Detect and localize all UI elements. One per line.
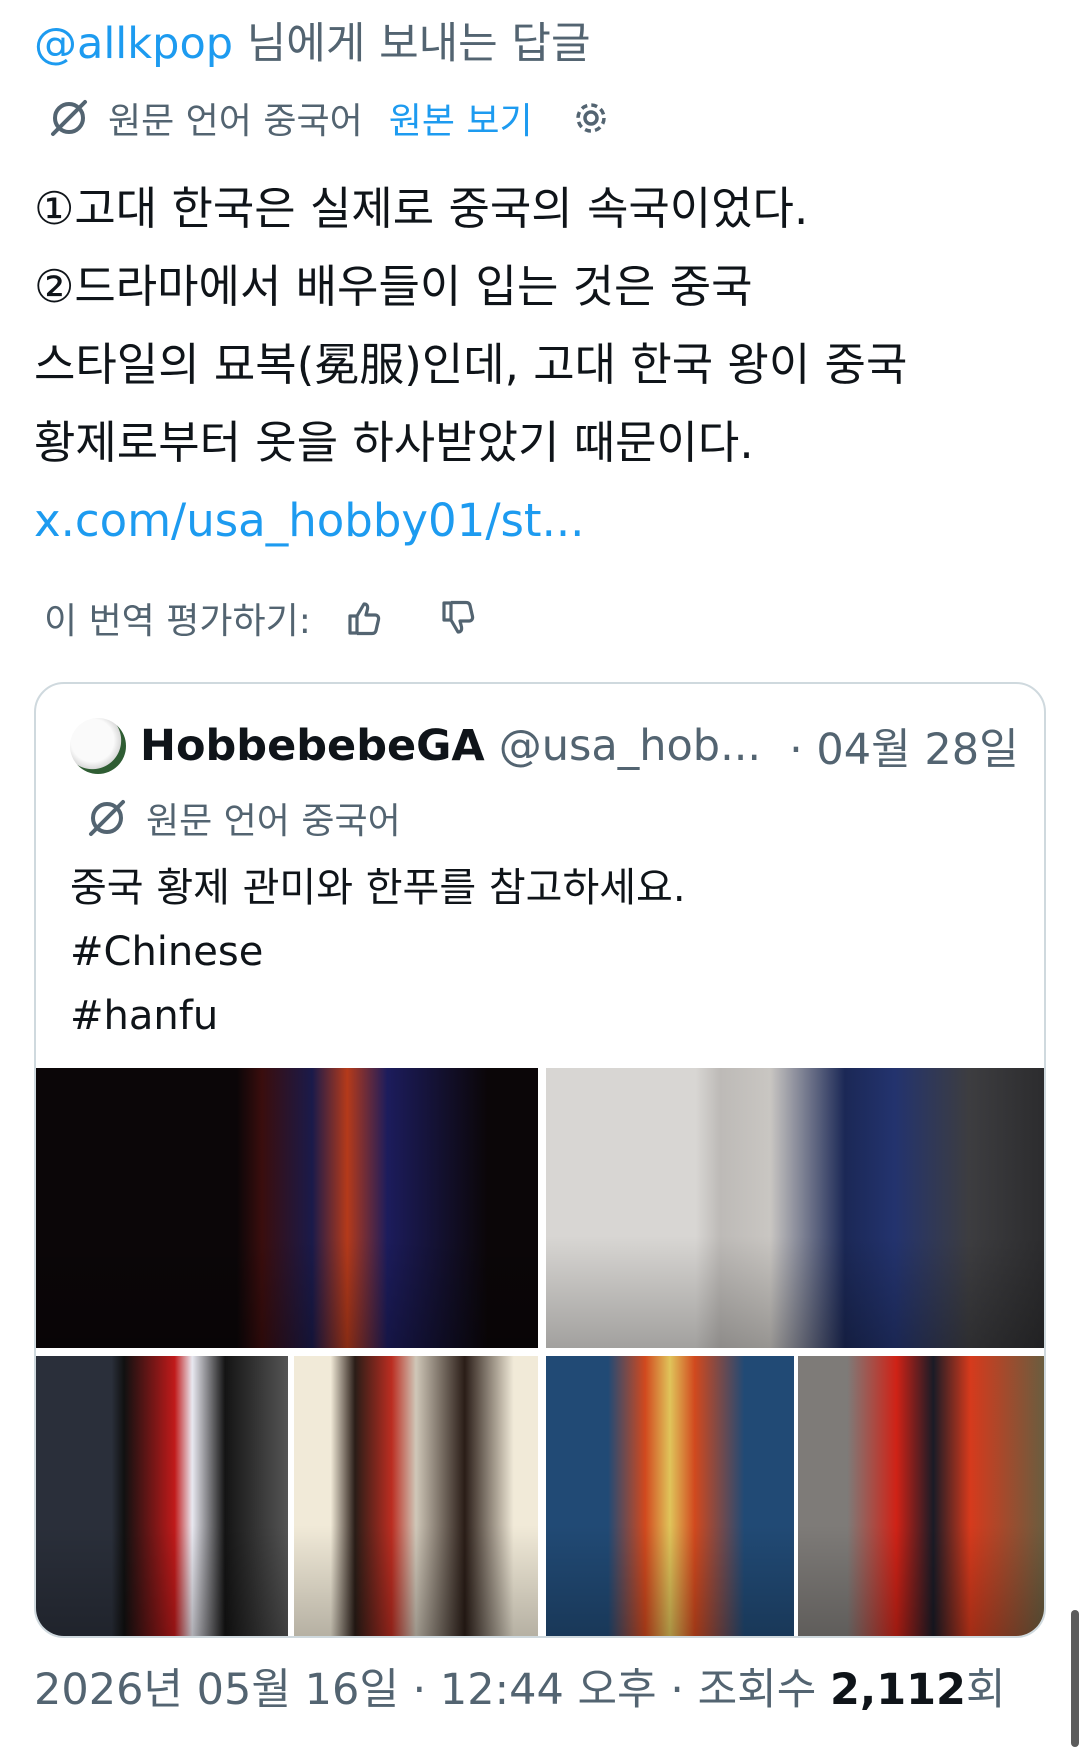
tweet-line: ①고대 한국은 실제로 중국의 속국이었다. [34,182,809,235]
scrollbar[interactable] [1071,1610,1079,1747]
rate-label: 이 번역 평가하기: [44,601,311,642]
quoted-tweet-date[interactable]: · 04월 28일 [789,715,1019,777]
quoted-tweet-body: 중국 황제 관미와 한푸를 참고하세요. #Chinese #hanfu [70,856,686,1048]
quoted-translation-bar: 원문 언어 중국어 [82,790,401,846]
tweet-meta: 2026년 05월 16일 · 12:44 오후 · 조회수 2,112회 [34,1660,1006,1720]
source-language-label: 원문 언어 중국어 [108,101,363,142]
tweet-line: 스타일의 묘복(冕服)인데, 고대 한국 왕이 중국 [34,338,908,391]
reply-context: @allkpop 님에게 보내는 답글 [34,14,591,74]
quoted-tweet-card[interactable]: HobbebebeGA @usa_hob... · 04월 28일 원문 언어 … [34,682,1046,1638]
quoted-source-language-label: 원문 언어 중국어 [146,801,401,842]
thumbs-up-icon[interactable] [339,593,389,643]
tweet-line: ②드라마에서 배우들이 입는 것은 중국 [34,260,753,313]
view-count: 2,112 [829,1665,966,1715]
tweet-line: 황제로부터 옷을 하사받았기 때문이다. [34,416,754,469]
translate-off-icon [44,93,94,143]
thumbs-down-icon[interactable] [433,593,483,643]
view-count-suffix: 회 [965,1665,1006,1715]
tweet-body: ①고대 한국은 실제로 중국의 속국이었다. ②드라마에서 배우들이 입는 것은… [34,170,1044,560]
media-photo[interactable] [546,1068,1044,1348]
media-photo[interactable] [546,1356,794,1636]
tweet-timestamp[interactable]: 2026년 05월 16일 · 12:44 오후 · 조회수 [34,1665,830,1715]
tweet-link[interactable]: x.com/usa_hobby01/st... [34,482,1044,560]
reply-handle-link[interactable]: @allkpop [34,19,233,69]
media-photo[interactable] [36,1068,538,1348]
media-gallery [36,1068,1044,1636]
avatar[interactable] [70,718,126,774]
quoted-author-name[interactable]: HobbebebeGA [140,721,485,771]
hashtag-link[interactable]: #hanfu [70,984,686,1048]
quoted-author-handle[interactable]: @usa_hob... [499,721,761,771]
quoted-tweet-line: 중국 황제 관미와 한푸를 참고하세요. [70,865,686,911]
reply-suffix: 님에게 보내는 답글 [233,19,591,69]
media-photo[interactable] [798,1356,1044,1636]
hashtag-link[interactable]: #Chinese [70,920,686,984]
media-photo[interactable] [294,1356,538,1636]
rate-translation-bar: 이 번역 평가하기: [44,590,483,646]
translate-off-icon [82,793,132,843]
gear-icon[interactable] [567,94,615,142]
media-photo[interactable] [36,1356,288,1636]
quoted-tweet-header: HobbebebeGA @usa_hob... · 04월 28일 [70,714,1030,778]
show-original-link[interactable]: 원본 보기 [389,92,533,144]
translation-bar: 원문 언어 중국어 원본 보기 [44,88,615,148]
